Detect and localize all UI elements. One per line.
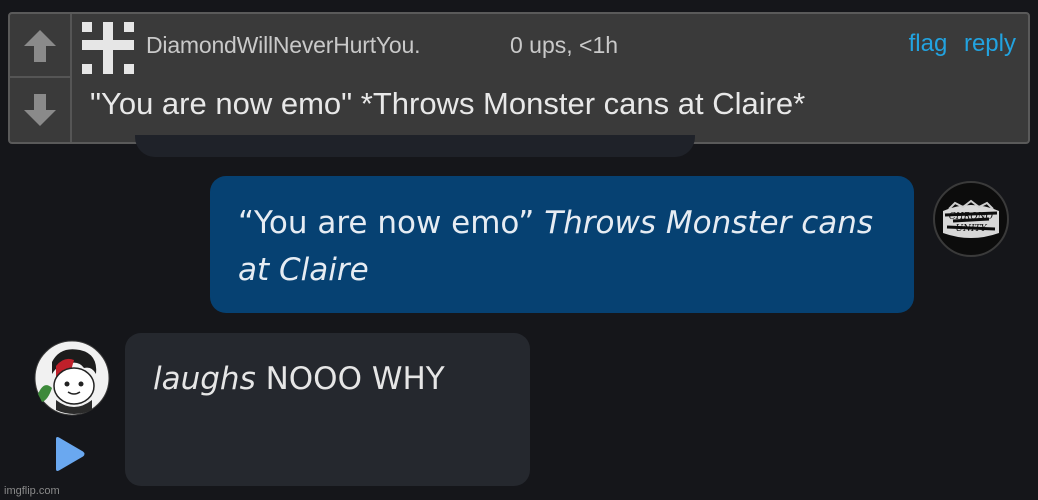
comment-actions: flag reply: [899, 30, 1016, 58]
vote-column: [10, 14, 72, 142]
comment-meta: 0 ups, <1h: [510, 32, 619, 58]
outgoing-message-text: “You are now emo” Throws Monster cans at…: [238, 200, 898, 294]
upvote-button[interactable]: [10, 14, 70, 78]
outgoing-quote: “You are now emo”: [238, 205, 535, 241]
arrow-up-icon: [24, 30, 56, 62]
flag-link[interactable]: flag: [909, 30, 948, 57]
comment-username[interactable]: DiamondWillNeverHurtYou.: [146, 32, 420, 59]
previous-message-edge: [135, 135, 695, 157]
downvote-button[interactable]: [10, 78, 70, 140]
reply-link[interactable]: reply: [964, 30, 1016, 57]
incoming-message-text: laughs NOOO WHY: [153, 361, 445, 397]
chrono-unity-avatar[interactable]: CHRONO UNITY: [933, 181, 1009, 257]
avatar-chrono-text: CHRONO: [949, 212, 994, 222]
comment-card: DiamondWillNeverHurtYou. 0 ups, <1h flag…: [8, 12, 1030, 144]
incoming-action: laughs: [153, 361, 256, 397]
play-triangle-icon[interactable]: [52, 436, 86, 472]
commenter-avatar[interactable]: [82, 22, 134, 74]
comment-text: "You are now emo" *Throws Monster cans a…: [90, 86, 806, 121]
avatar-unity-text: UNITY: [956, 224, 988, 234]
screen: DiamondWillNeverHurtYou. 0 ups, <1h flag…: [0, 0, 1038, 500]
character-avatar[interactable]: [34, 340, 110, 416]
watermark: imgflip.com: [4, 485, 60, 497]
incoming-text: NOOO WHY: [265, 361, 445, 397]
incoming-message[interactable]: laughs NOOO WHY: [125, 333, 530, 486]
arrow-down-icon: [24, 94, 56, 126]
outgoing-message[interactable]: “You are now emo” Throws Monster cans at…: [210, 176, 914, 313]
